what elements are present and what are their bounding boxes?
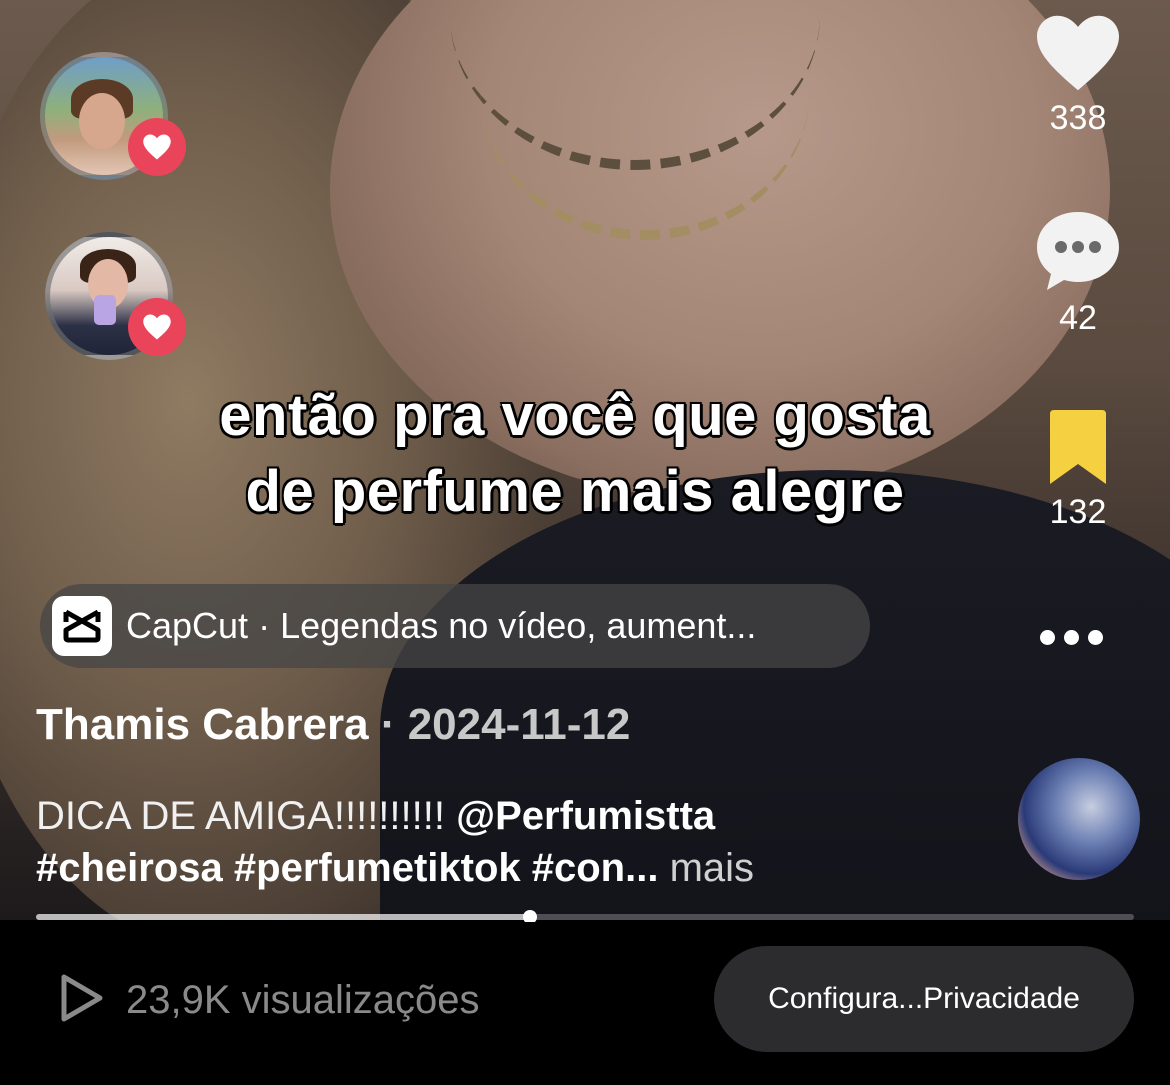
- chip-app-name: CapCut: [126, 605, 249, 646]
- like-button[interactable]: 338: [1018, 12, 1138, 138]
- like-count: 338: [1049, 99, 1107, 137]
- hashtags-text[interactable]: #cheirosa #perfumetiktok #con...: [36, 846, 658, 890]
- heart-badge-icon: [128, 118, 186, 176]
- video-caption-line-2: de perfume mais alegre: [245, 459, 905, 524]
- capcut-logo-icon: [52, 596, 112, 656]
- views-count: 23,9K visualizações: [126, 978, 480, 1022]
- post-author-line: Thamis Cabrera · 2024-11-12: [36, 700, 630, 750]
- bottom-bar: 23,9K visualizações Configura...Privacid…: [0, 922, 1170, 1085]
- comment-count: 42: [1059, 299, 1097, 337]
- music-disc-avatar[interactable]: [1018, 758, 1140, 880]
- chip-description: · Legendas no vídeo, aument...: [258, 605, 757, 646]
- bookmark-icon: [1018, 410, 1138, 493]
- heart-icon: [1018, 12, 1138, 99]
- more-link[interactable]: mais: [670, 846, 754, 890]
- save-count: 132: [1049, 493, 1107, 531]
- author-name[interactable]: Thamis Cabrera: [36, 700, 369, 749]
- privacy-settings-button[interactable]: Configura...Privacidade: [714, 946, 1134, 1052]
- views-info: 23,9K visualizações: [56, 972, 480, 1029]
- author-separator: ·: [380, 700, 396, 749]
- comment-button[interactable]: 42: [1018, 208, 1138, 338]
- capcut-template-chip[interactable]: CapCut · Legendas no vídeo, aument...: [40, 584, 870, 668]
- mention-link[interactable]: @Perfumistta: [456, 794, 715, 838]
- play-icon: [56, 972, 106, 1029]
- video-caption-line-1: então pra você que gosta: [219, 383, 931, 448]
- save-button[interactable]: 132: [1018, 410, 1138, 532]
- heart-badge-icon: [128, 298, 186, 356]
- post-description[interactable]: DICA DE AMIGA!!!!!!!!!! @Perfumistta #ch…: [36, 790, 936, 894]
- description-text: DICA DE AMIGA!!!!!!!!!!: [36, 794, 457, 838]
- video-progress-fill: [36, 914, 531, 920]
- video-progress-bar[interactable]: [36, 910, 1134, 924]
- comment-bubble-icon: [1018, 208, 1138, 299]
- more-options-icon[interactable]: [1040, 630, 1103, 645]
- post-date: 2024-11-12: [407, 700, 631, 749]
